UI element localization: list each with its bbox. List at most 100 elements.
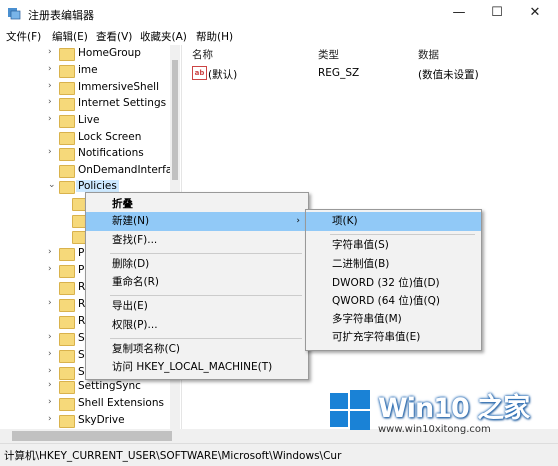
tree-item[interactable]: › HomeGroup <box>4 46 181 63</box>
chevron-right-icon[interactable]: › <box>48 298 52 308</box>
tree-item[interactable]: › ime <box>4 63 181 80</box>
folder-icon <box>59 333 75 346</box>
submenu-item-key[interactable]: 项(K) <box>306 212 481 231</box>
maximize-button[interactable]: ☐ <box>480 4 514 22</box>
menu-item-label: 复制项名称(C) <box>112 343 181 355</box>
folder-icon <box>59 398 75 411</box>
value-row[interactable]: ab (默认) REG_SZ (数值未设置) <box>186 64 558 82</box>
folder-icon <box>59 148 75 161</box>
tree-item[interactable]: › ImmersiveShell <box>4 80 181 97</box>
tree-item-label: SkyDrive <box>78 414 125 426</box>
menu-help[interactable]: 帮助(H) <box>196 29 233 44</box>
menu-item-export[interactable]: 导出(E) <box>86 297 308 316</box>
folder-icon <box>59 82 75 95</box>
minimize-button[interactable]: — <box>442 4 476 22</box>
menu-view[interactable]: 查看(V) <box>96 29 132 44</box>
tree-item[interactable]: › Shell Extensions <box>4 396 181 413</box>
tree-item[interactable]: OnDemandInterfac <box>4 163 181 180</box>
title-bar: 注册表编辑器 — ☐ ✕ <box>0 0 558 28</box>
submenu-item-qword-value[interactable]: QWORD (64 位)值(Q) <box>306 292 481 311</box>
chevron-right-icon[interactable]: › <box>48 247 52 257</box>
tree-item-label: Shell Extensions <box>78 397 164 409</box>
tree-item[interactable]: › Notifications <box>4 146 181 163</box>
tree-item-label: ImmersiveShell <box>78 81 160 93</box>
menu-item-copy-key-name[interactable]: 复制项名称(C) <box>86 340 308 359</box>
tree-item-label: S <box>78 332 85 344</box>
chevron-right-icon[interactable]: › <box>48 332 52 342</box>
chevron-right-icon[interactable]: › <box>48 366 52 376</box>
menu-item-delete[interactable]: 删除(D) <box>86 255 308 274</box>
folder-icon <box>59 165 75 178</box>
menu-item-label: 项(K) <box>332 215 358 227</box>
chevron-down-icon[interactable]: ⌄ <box>48 180 56 190</box>
menu-file[interactable]: 文件(F) <box>6 29 41 44</box>
tree-item-label: Policies <box>76 180 119 192</box>
submenu-item-dword-value[interactable]: DWORD (32 位)值(D) <box>306 274 481 293</box>
chevron-right-icon[interactable]: › <box>48 97 52 107</box>
column-header-data[interactable]: 数据 <box>418 47 439 62</box>
menu-item-label: 删除(D) <box>112 258 150 270</box>
column-header-name[interactable]: 名称 <box>192 47 213 62</box>
close-button[interactable]: ✕ <box>518 4 552 22</box>
menu-item-label: QWORD (64 位)值(Q) <box>332 295 440 307</box>
menu-favorites[interactable]: 收藏夹(A) <box>140 29 187 44</box>
chevron-right-icon[interactable]: › <box>48 147 52 157</box>
folder-icon <box>59 415 75 428</box>
string-value-icon: ab <box>192 66 207 80</box>
menu-edit[interactable]: 编辑(E) <box>52 29 88 44</box>
window-title: 注册表编辑器 <box>28 9 94 22</box>
tree-item-label: Live <box>78 114 100 126</box>
tree-item-label: Internet Settings <box>78 97 167 109</box>
chevron-right-icon[interactable]: › <box>48 64 52 74</box>
column-header-type[interactable]: 类型 <box>318 47 339 62</box>
status-bar: 计算机\HKEY_CURRENT_USER\SOFTWARE\Microsoft… <box>0 443 558 466</box>
submenu-item-string-value[interactable]: 字符串值(S) <box>306 236 481 255</box>
watermark-url: www.win10xitong.com <box>378 424 491 435</box>
chevron-right-icon[interactable]: › <box>48 81 52 91</box>
folder-icon <box>59 282 75 295</box>
chevron-right-icon[interactable]: › <box>48 397 52 407</box>
menu-item-new[interactable]: 新建(N) › <box>86 212 308 231</box>
chevron-right-icon[interactable]: › <box>48 47 52 57</box>
menu-item-label: 多字符串值(M) <box>332 313 402 325</box>
horizontal-scroll-thumb[interactable] <box>12 431 172 441</box>
submenu-item-expandable-string-value[interactable]: 可扩充字符串值(E) <box>306 328 481 347</box>
menu-item-label: 查找(F)... <box>112 234 158 246</box>
menu-bar: 文件(F) 编辑(E) 查看(V) 收藏夹(A) 帮助(H) <box>0 27 558 45</box>
folder-icon <box>59 132 75 145</box>
submenu-item-multi-string-value[interactable]: 多字符串值(M) <box>306 310 481 329</box>
folder-icon <box>59 115 75 128</box>
chevron-right-icon[interactable]: › <box>48 380 52 390</box>
value-name: (默认) <box>208 69 238 81</box>
chevron-right-icon[interactable]: › <box>48 114 52 124</box>
folder-icon <box>59 248 75 261</box>
menu-item-find[interactable]: 查找(F)... <box>86 231 308 250</box>
tree-item-label: Notifications <box>78 147 144 159</box>
new-submenu: 项(K) 字符串值(S) 二进制值(B) DWORD (32 位)值(D) QW… <box>305 209 482 351</box>
folder-icon <box>59 299 75 312</box>
regedit-icon <box>8 8 21 20</box>
tree-item-label: SettingSync <box>78 380 141 392</box>
watermark-title: Win10 之家 <box>378 393 530 424</box>
menu-separator <box>110 295 302 296</box>
tree-item[interactable]: › Internet Settings <box>4 96 181 113</box>
menu-item-goto-hklm[interactable]: 访问 HKEY_LOCAL_MACHINE(T) <box>86 358 308 377</box>
status-path: 计算机\HKEY_CURRENT_USER\SOFTWARE\Microsoft… <box>4 450 342 462</box>
menu-item-label: 权限(P)... <box>112 319 158 331</box>
menu-item-label: DWORD (32 位)值(D) <box>332 277 440 289</box>
submenu-item-binary-value[interactable]: 二进制值(B) <box>306 255 481 274</box>
tree-item[interactable]: › SkyDrive <box>4 413 181 429</box>
chevron-right-icon[interactable]: › <box>48 264 52 274</box>
chevron-right-icon[interactable]: › <box>48 349 52 359</box>
tree-item[interactable]: Lock Screen <box>4 130 181 147</box>
tree-item[interactable]: › SettingSync <box>4 379 181 396</box>
folder-icon <box>59 98 75 111</box>
menu-item-permissions[interactable]: 权限(P)... <box>86 316 308 335</box>
menu-item-rename[interactable]: 重命名(R) <box>86 273 308 292</box>
chevron-right-icon[interactable]: › <box>48 414 52 424</box>
tree-item-label: P <box>78 264 85 276</box>
folder-icon <box>59 316 75 329</box>
tree-item[interactable]: › Live <box>4 113 181 130</box>
tree-scroll-thumb[interactable] <box>172 60 178 180</box>
tree-item-label: P <box>78 247 85 259</box>
